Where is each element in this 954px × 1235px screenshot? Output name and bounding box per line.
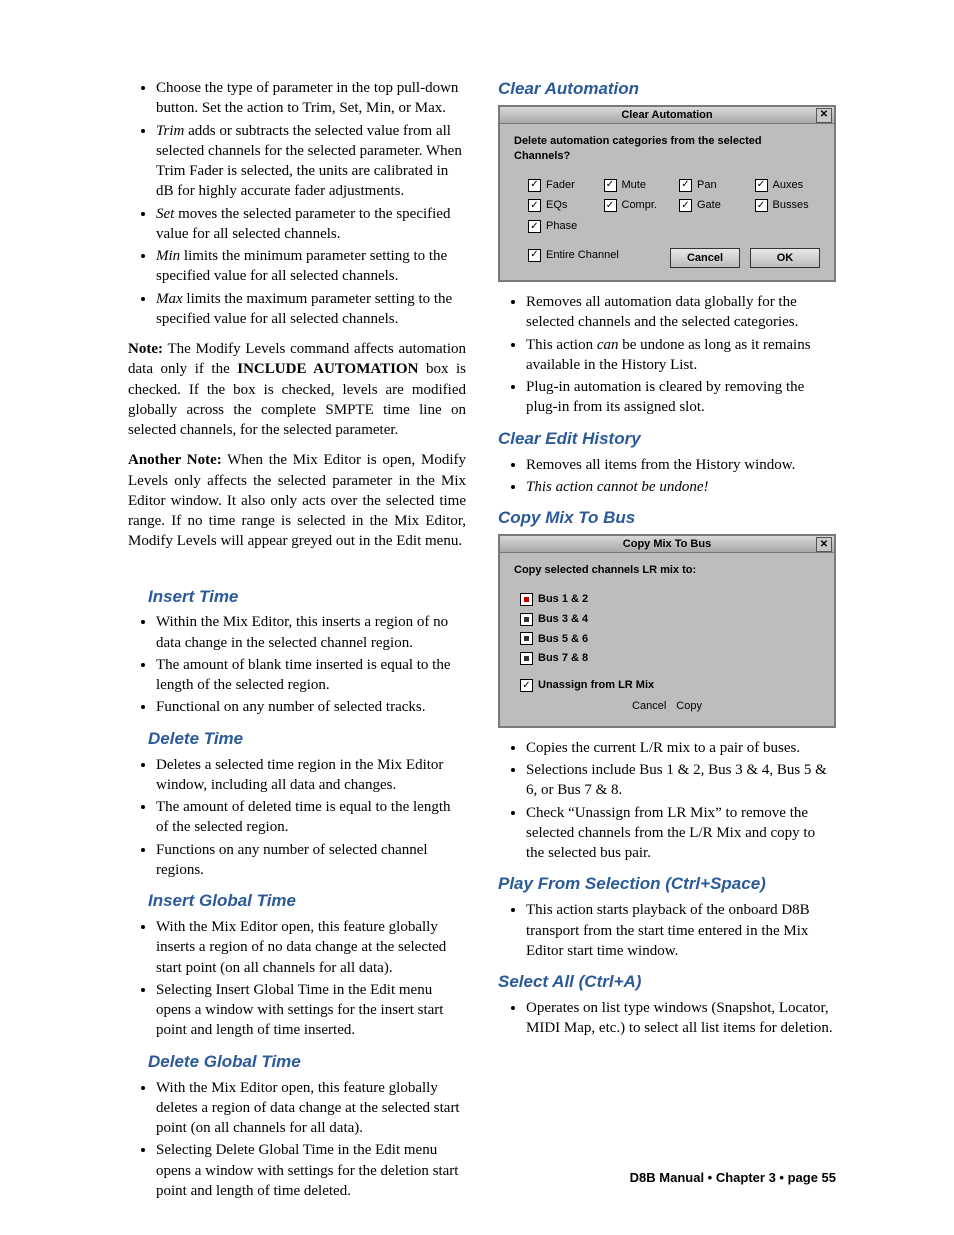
section-heading: Insert Time [128,586,466,609]
radio-bus-3-4[interactable]: Bus 3 & 4 [520,612,820,627]
copy-button[interactable]: Copy [676,699,702,714]
list-item: The amount of deleted time is equal to t… [156,797,466,838]
bullet-list: With the Mix Editor open, this feature g… [128,917,466,1041]
dialog-prompt: Delete automation categories from the se… [514,134,820,164]
bullet-list: Removes all automation data globally for… [498,292,836,418]
right-column: Clear Automation Clear Automation ✕ Dele… [498,78,836,1211]
note-paragraph: Note: The Modify Levels command affects … [128,339,466,440]
note-paragraph: Another Note: When the Mix Editor is ope… [128,450,466,551]
list-item: Removes all automation data globally for… [526,292,836,333]
bullet-list: Operates on list type windows (Snapshot,… [498,998,836,1039]
section-heading: Copy Mix To Bus [498,507,836,530]
copy-mix-dialog: Copy Mix To Bus ✕ Copy selected channels… [498,534,836,728]
checkbox-unassign[interactable]: Unassign from LR Mix [520,678,820,693]
list-item: Max limits the maximum parameter setting… [156,289,466,330]
bullet-list: With the Mix Editor open, this feature g… [128,1078,466,1202]
bullet-list: Within the Mix Editor, this inserts a re… [128,612,466,717]
section-heading: Select All (Ctrl+A) [498,971,836,994]
intro-bullet-list: Choose the type of parameter in the top … [128,78,466,329]
list-item: Choose the type of parameter in the top … [156,78,466,119]
cancel-button[interactable]: Cancel [632,699,666,714]
list-item: Min limits the minimum parameter setting… [156,246,466,287]
section-heading: Clear Automation [498,78,836,101]
clear-automation-dialog: Clear Automation ✕ Delete automation cat… [498,105,836,282]
radio-bus-7-8[interactable]: Bus 7 & 8 [520,651,820,666]
list-item: Selections include Bus 1 & 2, Bus 3 & 4,… [526,760,836,801]
list-item: Functions on any number of selected chan… [156,840,466,881]
checkbox-fader[interactable]: Fader [528,178,594,193]
dialog-prompt: Copy selected channels LR mix to: [514,563,820,578]
checkbox-entire-channel[interactable]: Entire Channel [528,248,619,263]
list-item: This action starts playback of the onboa… [526,900,836,961]
list-item: Operates on list type windows (Snapshot,… [526,998,836,1039]
checkbox-grid: Fader Mute Pan Auxes EQs Compr. Gate Bus… [514,178,820,235]
list-item: Within the Mix Editor, this inserts a re… [156,612,466,653]
close-icon[interactable]: ✕ [816,108,832,123]
close-icon[interactable]: ✕ [816,537,832,552]
list-item: Set moves the selected parameter to the … [156,204,466,245]
bullet-list: Deletes a selected time region in the Mi… [128,755,466,881]
list-item: The amount of blank time inserted is equ… [156,655,466,696]
checkbox-compr[interactable]: Compr. [604,198,670,213]
radio-bus-5-6[interactable]: Bus 5 & 6 [520,632,820,647]
checkbox-eqs[interactable]: EQs [528,198,594,213]
dialog-titlebar: Copy Mix To Bus ✕ [500,536,834,553]
dialog-title-text: Copy Mix To Bus [623,537,711,552]
list-item: This action cannot be undone! [526,477,836,497]
left-column: Choose the type of parameter in the top … [128,78,466,1211]
list-item: With the Mix Editor open, this feature g… [156,917,466,978]
checkbox-busses[interactable]: Busses [755,198,821,213]
section-heading: Clear Edit History [498,428,836,451]
section-heading: Play From Selection (Ctrl+Space) [498,873,836,896]
list-item: Removes all items from the History windo… [526,455,836,475]
ok-button[interactable]: OK [750,248,820,268]
section-heading: Delete Global Time [128,1051,466,1074]
list-item: Check “Unassign from LR Mix” to remove t… [526,803,836,864]
list-item: Selecting Delete Global Time in the Edit… [156,1140,466,1201]
list-item: Copies the current L/R mix to a pair of … [526,738,836,758]
list-item: Functional on any number of selected tra… [156,697,466,717]
list-item: Trim adds or subtracts the selected valu… [156,121,466,202]
manual-page: Choose the type of parameter in the top … [0,0,954,1235]
checkbox-phase[interactable]: Phase [528,219,594,234]
list-item: Selecting Insert Global Time in the Edit… [156,980,466,1041]
bullet-list: Removes all items from the History windo… [498,455,836,498]
checkbox-pan[interactable]: Pan [679,178,745,193]
checkbox-gate[interactable]: Gate [679,198,745,213]
list-item: Deletes a selected time region in the Mi… [156,755,466,796]
section-heading: Delete Time [128,728,466,751]
checkbox-auxes[interactable]: Auxes [755,178,821,193]
section-heading: Insert Global Time [128,890,466,913]
dialog-title-text: Clear Automation [621,108,712,123]
dialog-titlebar: Clear Automation ✕ [500,107,834,124]
list-item: Plug-in automation is cleared by removin… [526,377,836,418]
cancel-button[interactable]: Cancel [670,248,740,268]
list-item: With the Mix Editor open, this feature g… [156,1078,466,1139]
bullet-list: Copies the current L/R mix to a pair of … [498,738,836,864]
bullet-list: This action starts playback of the onboa… [498,900,836,961]
page-footer: D8B Manual • Chapter 3 • page 55 [630,1169,836,1187]
checkbox-mute[interactable]: Mute [604,178,670,193]
radio-bus-1-2[interactable]: Bus 1 & 2 [520,592,820,607]
list-item: This action can be undone as long as it … [526,335,836,376]
